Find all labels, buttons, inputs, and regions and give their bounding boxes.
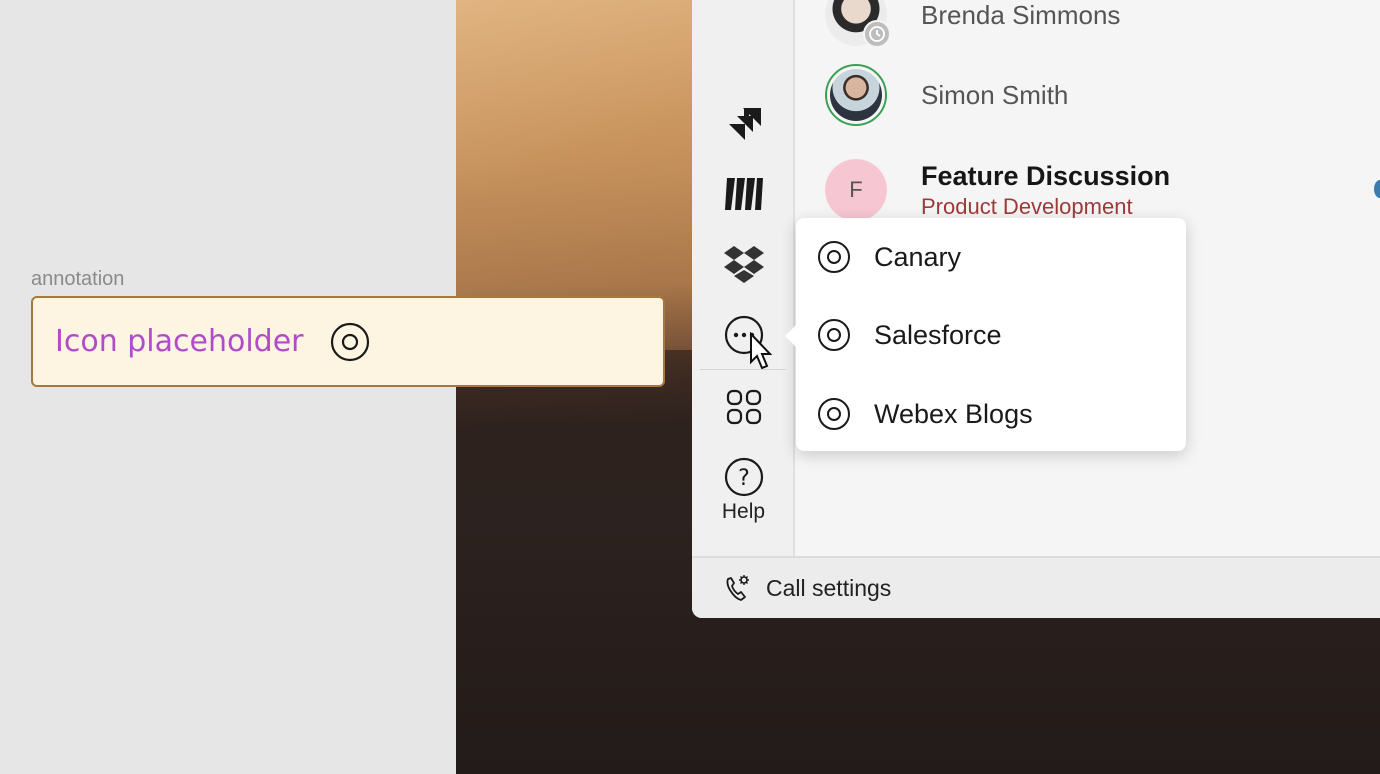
contact-name: Simon Smith (921, 79, 1069, 110)
menu-item-canary[interactable]: Canary (816, 237, 961, 277)
list-item[interactable]: Brenda Simmons (825, 0, 1120, 50)
list-item[interactable]: Simon Smith (825, 60, 1068, 130)
away-status-badge (863, 20, 891, 48)
space-initial: F (849, 177, 863, 202)
svg-text:?: ? (738, 466, 750, 491)
mouse-cursor-icon (750, 332, 773, 370)
space-avatar: F (825, 159, 887, 221)
clock-icon (869, 26, 885, 42)
annotation-text: Icon placeholder (55, 324, 304, 359)
annotation-box: Icon placeholder (31, 296, 665, 387)
menu-item-salesforce[interactable]: Salesforce (816, 315, 1002, 355)
help-icon[interactable]: ? (723, 456, 765, 498)
apps-rail: ? Help (692, 0, 795, 556)
call-settings-bar[interactable]: Call settings (692, 556, 1380, 618)
avatar (825, 0, 891, 48)
dropbox-icon[interactable] (723, 243, 765, 285)
apps-icon[interactable] (723, 386, 765, 428)
menu-item-label: Canary (874, 241, 962, 272)
unread-indicator (1374, 180, 1380, 198)
rail-divider (700, 369, 786, 370)
menu-item-label: Salesforce (874, 319, 1002, 350)
space-subtitle: Product Development (921, 193, 1133, 219)
help-label[interactable]: Help (692, 500, 795, 524)
jira-icon[interactable] (723, 104, 765, 146)
menu-item-webex-blogs[interactable]: Webex Blogs (816, 394, 1033, 434)
annotation-label: annotation (31, 268, 125, 290)
placeholder-icon (818, 398, 850, 430)
call-settings-icon (726, 575, 749, 601)
avatar (825, 64, 887, 126)
miro-icon[interactable] (723, 172, 765, 214)
call-settings-label: Call settings (766, 574, 892, 601)
list-item[interactable]: F Feature Discussion Product Development (825, 155, 1170, 225)
placeholder-icon (818, 319, 850, 351)
menu-arrow (785, 324, 797, 348)
placeholder-icon (818, 241, 850, 273)
contact-name: Brenda Simmons (921, 0, 1121, 30)
more-apps-menu: Canary Salesforce Webex Blogs (785, 218, 1186, 451)
space-title: Feature Discussion (921, 160, 1171, 191)
placeholder-icon (330, 322, 369, 361)
menu-item-label: Webex Blogs (874, 398, 1033, 429)
